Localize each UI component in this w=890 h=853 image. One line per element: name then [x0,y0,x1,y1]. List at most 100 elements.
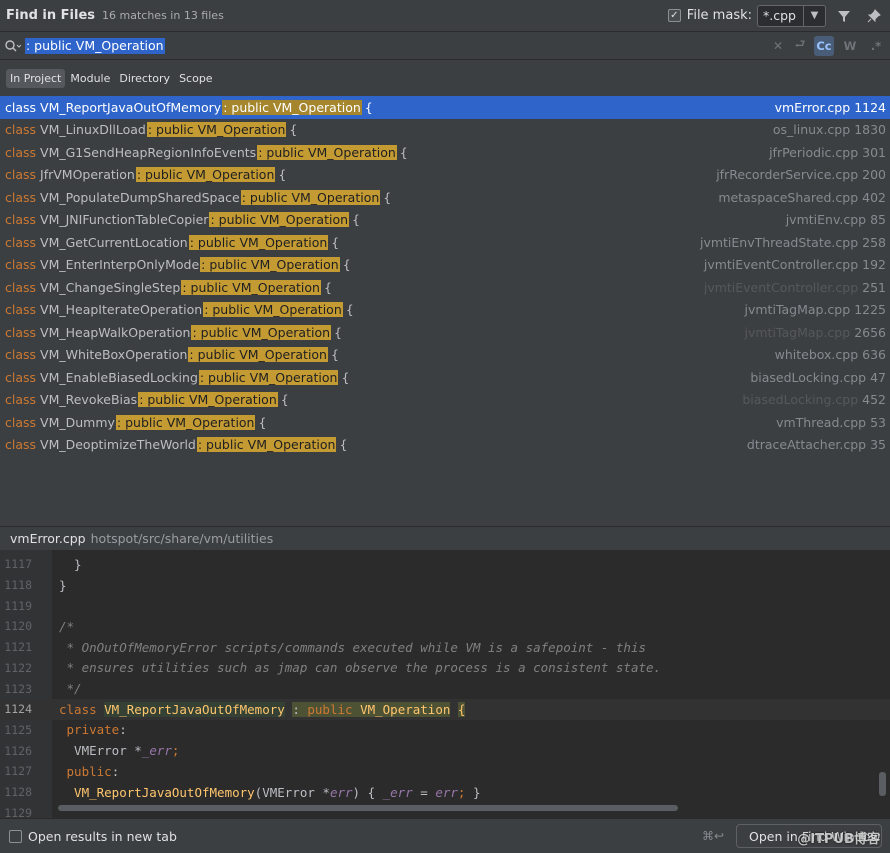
result-keyword: class [5,99,37,115]
code-line: 1125 private: [0,720,890,741]
result-keyword: class [5,279,37,295]
result-row[interactable]: class VM_GetCurrentLocation: public VM_Op… [0,231,890,254]
match-case-toggle[interactable]: Cc [814,35,834,56]
new-line-icon[interactable]: ⮐ [792,37,808,55]
result-file: whitebox.cpp [774,347,859,363]
search-input[interactable]: : public VM_Operation [25,37,165,54]
code-token: } [59,556,82,572]
result-row[interactable]: class JfrVMOperation: public VM_Operation… [0,164,890,187]
result-class-name: VM_DeoptimizeTheWorld [40,437,196,453]
result-row[interactable]: class VM_RevokeBias: public VM_Operation{… [0,389,890,412]
result-brace: { [345,302,354,318]
header-controls: ✓ File mask: *.cpp ▼ [667,4,890,28]
result-row[interactable]: class VM_HeapWalkOperation: public VM_Ope… [0,321,890,344]
code-token: : [119,722,127,738]
result-class-name: VM_PopulateDumpSharedSpace [40,189,240,205]
result-class-name: VM_LinuxDllLoad [40,122,146,138]
chevron-down-icon[interactable]: ▼ [803,5,825,26]
result-class-name: VM_JNIFunctionTableCopier [40,212,209,228]
code-token: public [59,763,112,779]
file-mask-value: *.cpp [763,8,796,23]
result-match: : public VM_Operation [196,437,337,453]
result-file: os_linux.cpp [772,122,851,138]
code-text: * OnOutOfMemoryError scripts/commands ex… [59,640,646,655]
result-file: metaspaceShared.cpp [718,189,859,205]
search-icon[interactable] [5,39,23,53]
result-brace: { [323,279,332,295]
result-class-name: VM_HeapWalkOperation [40,324,191,340]
code-token: VM_ReportJavaOutOfMemory [59,784,255,800]
result-keyword: class [5,392,37,408]
code-preview[interactable]: 1117 } 1118} 1119 1120/* 1121 * OnOutOfMemor… [0,550,890,818]
code-line: 1121 * OnOutOfMemoryError scripts/comman… [0,637,890,658]
result-keyword: class [5,302,37,318]
result-row[interactable]: class VM_WhiteBoxOperation: public VM_Ope… [0,344,890,367]
result-class-name: VM_EnterInterpOnlyMode [40,257,200,273]
code-text: } [59,578,67,593]
result-match: : public VM_Operation [240,189,381,205]
result-row[interactable]: class VM_HeapIterateOperation: public VM_… [0,299,890,322]
result-file: jvmtiTagMap.cpp [744,302,851,318]
code-line: 1127 public: [0,761,890,782]
result-file: jfrRecorderService.cpp [716,167,859,183]
result-match: : public VM_Operation [203,302,343,318]
line-number: 1124 [4,702,32,717]
result-row[interactable]: class VM_EnterInterpOnlyMode: public VM_O… [0,254,890,277]
result-line-number: 2656 [854,324,886,340]
result-row[interactable]: class VM_LinuxDllLoad: public VM_Operatio… [0,119,890,142]
tab-in-project[interactable]: In Project [6,68,66,88]
result-line-number: 1124 [854,99,886,115]
whole-words-toggle[interactable]: W [840,36,860,56]
result-row[interactable]: class VM_ReportJavaOutOfMemory: public VM… [0,96,890,119]
open-new-tab-checkbox[interactable] [9,829,22,843]
code-token: err [435,784,458,800]
code-token: public [307,701,361,717]
result-file: jvmtiTagMap.cpp [744,324,851,340]
result-row[interactable]: class VM_PopulateDumpSharedSpace: public … [0,186,890,209]
code-text: * ensures utilities such as jmap can obs… [59,660,662,675]
line-number: 1120 [4,619,32,634]
code-token: _err [382,784,413,800]
search-bar: : public VM_Operation ✕ ⮐ Cc W .* [0,32,890,60]
clear-icon[interactable]: ✕ [770,37,786,55]
code-token: = [412,784,436,800]
result-row[interactable]: class VM_Dummy: public VM_Operation{vmThr… [0,411,890,434]
vertical-scrollbar[interactable] [879,772,886,796]
result-row[interactable]: class VM_JNIFunctionTableCopier: public V… [0,209,890,232]
result-brace: { [330,347,339,363]
result-row[interactable]: class VM_DeoptimizeTheWorld: public VM_Op… [0,434,890,457]
line-number: 1119 [4,598,32,613]
tab-module[interactable]: Module [66,69,114,88]
tab-directory[interactable]: Directory [115,69,174,88]
tab-scope[interactable]: Scope [175,69,217,88]
regex-toggle[interactable]: .* [866,36,886,56]
result-match: : public VM_Operation [115,414,256,430]
result-match: : public VM_Operation [138,392,278,408]
result-keyword: class [5,257,37,273]
result-match: : public VM_Operation [209,212,350,228]
code-token: ) { [352,784,383,800]
result-class-name: VM_Dummy [40,414,115,430]
result-line-number: 200 [862,167,886,183]
result-match: : public VM_Operation [181,279,321,295]
result-line-number: 402 [862,189,886,205]
horizontal-scrollbar[interactable] [58,805,678,811]
file-mask-checkbox[interactable]: ✓ [667,9,681,22]
result-row[interactable]: class VM_ChangeSingleStep: public VM_Oper… [0,276,890,299]
result-match: : public VM_Operation [188,347,328,363]
dialog-footer: Open results in new tab ⌘↩ Open in Find … [0,818,890,853]
code-line: 1123 */ [0,678,890,699]
line-number: 1122 [4,660,32,675]
filter-icon[interactable] [832,4,856,28]
result-file: jvmtiEventController.cpp [703,279,859,295]
result-row[interactable]: class VM_EnableBiasedLocking: public VM_O… [0,366,890,389]
result-keyword: class [5,414,37,430]
file-mask-select[interactable]: *.cpp ▼ [757,4,826,27]
shortcut-hint: ⌘↩ [701,829,724,843]
result-row[interactable]: class VM_G1SendHeapRegionInfoEvents: publ… [0,141,890,164]
result-brace: { [278,167,287,183]
pin-icon[interactable] [862,4,886,28]
result-line-number: 192 [862,257,886,273]
result-match: : public VM_Operation [188,234,329,250]
result-line-number: 85 [870,212,886,228]
